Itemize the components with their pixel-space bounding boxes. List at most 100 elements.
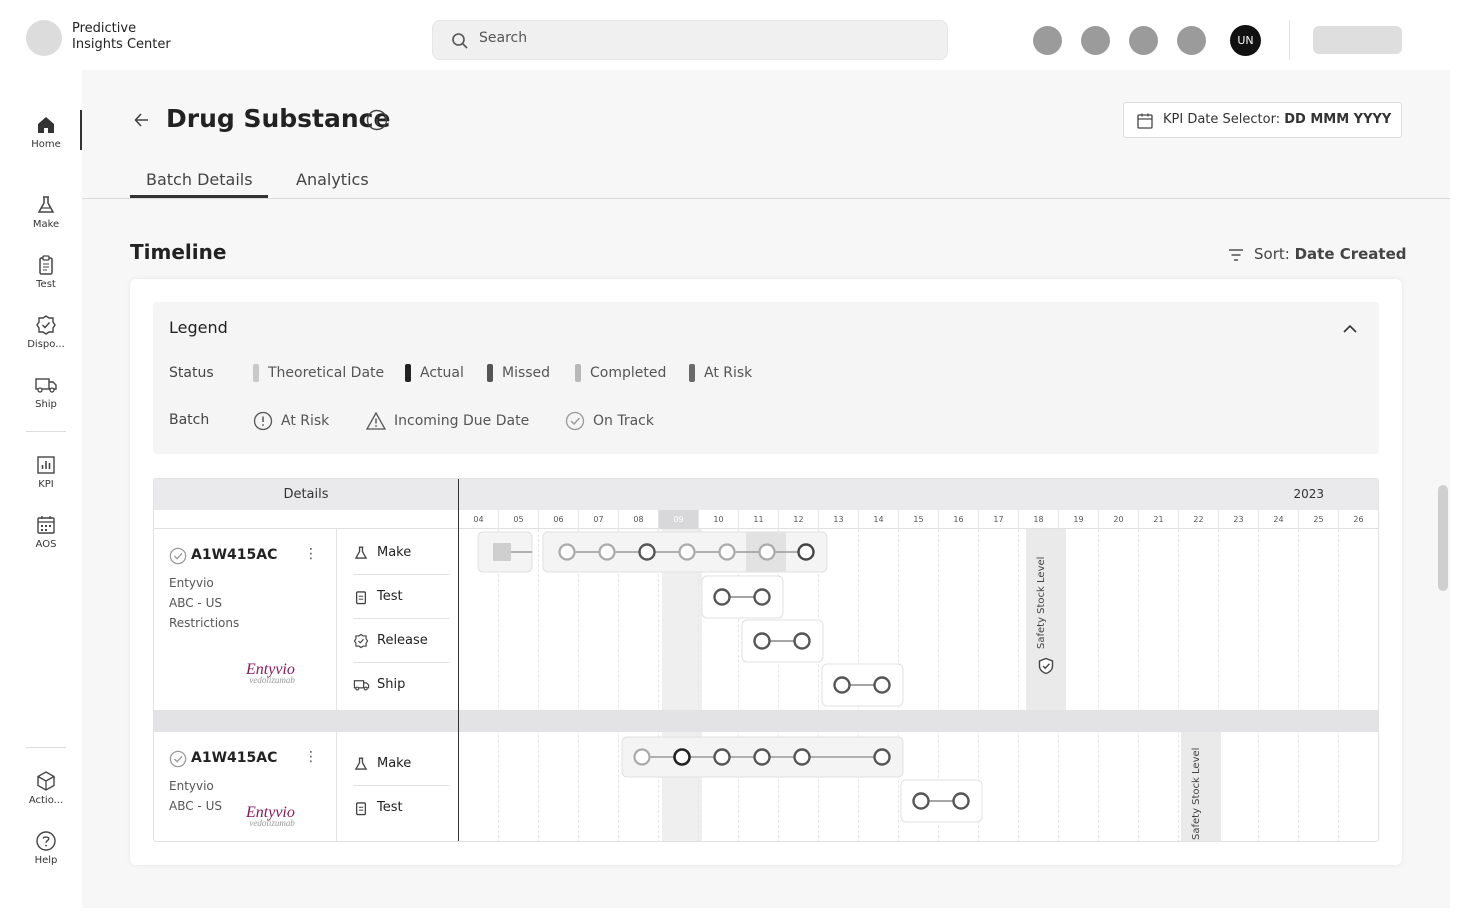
sidebar-item-help[interactable]: Help (10, 830, 82, 866)
sidebar-divider (26, 747, 66, 748)
sidebar-item-label: Actio... (28, 795, 64, 806)
top-bar: Predictive Insights Center UN (10, 10, 1450, 70)
page-scrollbar[interactable] (1438, 485, 1448, 591)
sidebar-item-aos[interactable]: AOS (10, 514, 82, 550)
header-action-3[interactable] (1129, 26, 1158, 55)
milestone-completed (952, 792, 970, 810)
tab-analytics[interactable]: Analytics (296, 170, 369, 189)
milestone-actual (673, 748, 691, 766)
kpi-date-label: KPI Date Selector: (1163, 112, 1281, 127)
sidebar-item-label: Help (34, 855, 58, 866)
legend-batch-at-risk: At Risk (253, 411, 329, 431)
milestone-missed (638, 543, 656, 561)
sidebar-item-label: Test (36, 279, 56, 290)
header-action-4[interactable] (1177, 26, 1206, 55)
truck-icon (35, 378, 57, 393)
legend-status-text: Completed (590, 365, 667, 381)
sort-value: Date Created (1294, 245, 1407, 263)
user-avatar[interactable]: UN (1230, 25, 1261, 56)
sidebar-item-make[interactable]: Make (10, 194, 82, 230)
milestone-actual (797, 543, 815, 561)
milestone-completed (833, 676, 851, 694)
sort-label: Sort: (1254, 245, 1290, 263)
warning-triangle-icon (365, 411, 387, 430)
page-title: Drug Substance (166, 104, 391, 133)
sidebar-item-label: Ship (35, 399, 57, 410)
timeline-milestones (477, 531, 983, 823)
legend-title: Legend (169, 318, 228, 337)
milestone-completed (793, 632, 811, 650)
sidebar-item-home[interactable]: Home (10, 110, 82, 150)
milestone-completed (753, 632, 771, 650)
brand-line1: Predictive (72, 21, 137, 36)
search-icon (452, 33, 468, 49)
sidebar-item-label: Home (31, 139, 61, 150)
header-action-2[interactable] (1081, 26, 1110, 55)
back-arrow-icon[interactable] (132, 110, 152, 130)
tab-batch-details[interactable]: Batch Details (146, 170, 253, 189)
milestone-completed (713, 588, 731, 606)
milestone-missed (713, 748, 731, 766)
status-swatch (575, 364, 581, 382)
milestone-theoretical (758, 543, 776, 561)
milestone-theoretical (598, 543, 616, 561)
sidebar-item-ship[interactable]: Ship (10, 374, 82, 410)
milestone-missed (753, 748, 771, 766)
legend-batch-incoming-due: Incoming Due Date (365, 411, 529, 431)
sidebar-item-label: Dispo... (27, 339, 65, 350)
cube-icon (37, 771, 55, 791)
kpi-date-selector[interactable]: KPI Date Selector: DD MMM YYYY (1123, 102, 1402, 138)
flask-icon (37, 196, 55, 213)
check-circle-icon (565, 411, 585, 431)
legend-status-text: Theoretical Date (268, 365, 385, 381)
sidebar-item-disposition[interactable]: Dispo... (10, 314, 82, 350)
sort-icon (1229, 249, 1243, 261)
brand-line2: Insights Center (72, 37, 171, 52)
sidebar-item-label: KPI (38, 479, 54, 490)
user-menu[interactable] (1313, 26, 1402, 54)
sidebar-item-test[interactable]: Test (10, 254, 82, 290)
tab-divider (82, 198, 1450, 199)
kpi-date-value: DD MMM YYYY (1284, 112, 1392, 127)
sidebar-divider (26, 431, 66, 432)
timeline-card: Legend Status Theoretical Date Actual Mi… (130, 279, 1402, 865)
header-action-1[interactable] (1033, 26, 1062, 55)
timeline-title: Timeline (130, 240, 227, 264)
alert-circle-icon (253, 411, 273, 431)
clipboard-icon (39, 255, 53, 275)
milestone-theoretical (558, 543, 576, 561)
legend-batch-on-track: On Track (565, 411, 654, 431)
sidebar-item-actions[interactable]: Actio... (10, 770, 82, 806)
status-swatch (253, 364, 259, 382)
sidebar-item-label: Make (32, 219, 60, 230)
info-icon[interactable] (366, 109, 388, 131)
app-window: Predictive Insights Center UN Home Make … (10, 10, 1450, 908)
calendar-icon (37, 516, 55, 534)
legend-batch-text: At Risk (281, 413, 330, 429)
search-input[interactable] (479, 30, 919, 46)
legend-status-text: Missed (502, 365, 551, 381)
status-swatch (487, 364, 493, 382)
legend-status-missed: Missed (487, 364, 550, 382)
legend-status-actual: Actual (405, 364, 464, 382)
sidebar-item-label: AOS (35, 539, 57, 550)
home-icon (38, 117, 54, 133)
legend-status-text: At Risk (704, 365, 753, 381)
milestone-theoretical (633, 748, 651, 766)
calendar-icon (1137, 113, 1153, 129)
legend-status-label: Status (169, 365, 214, 381)
legend-batch-text: On Track (593, 413, 654, 429)
milestone-theoretical (678, 543, 696, 561)
search-bar[interactable] (432, 20, 948, 60)
milestone-completed (873, 676, 891, 694)
milestone-marker (493, 543, 511, 561)
chevron-up-icon[interactable] (1341, 320, 1359, 338)
header-divider (1289, 20, 1290, 60)
legend-panel: Legend Status Theoretical Date Actual Mi… (153, 302, 1379, 454)
brand-logo[interactable] (26, 20, 62, 56)
main-content: Drug Substance KPI Date Selector: DD MMM… (82, 70, 1450, 908)
help-icon (36, 831, 56, 851)
sidebar-item-kpi[interactable]: KPI (10, 454, 82, 490)
legend-status-completed: Completed (575, 364, 666, 382)
legend-status-at-risk: At Risk (689, 364, 752, 382)
